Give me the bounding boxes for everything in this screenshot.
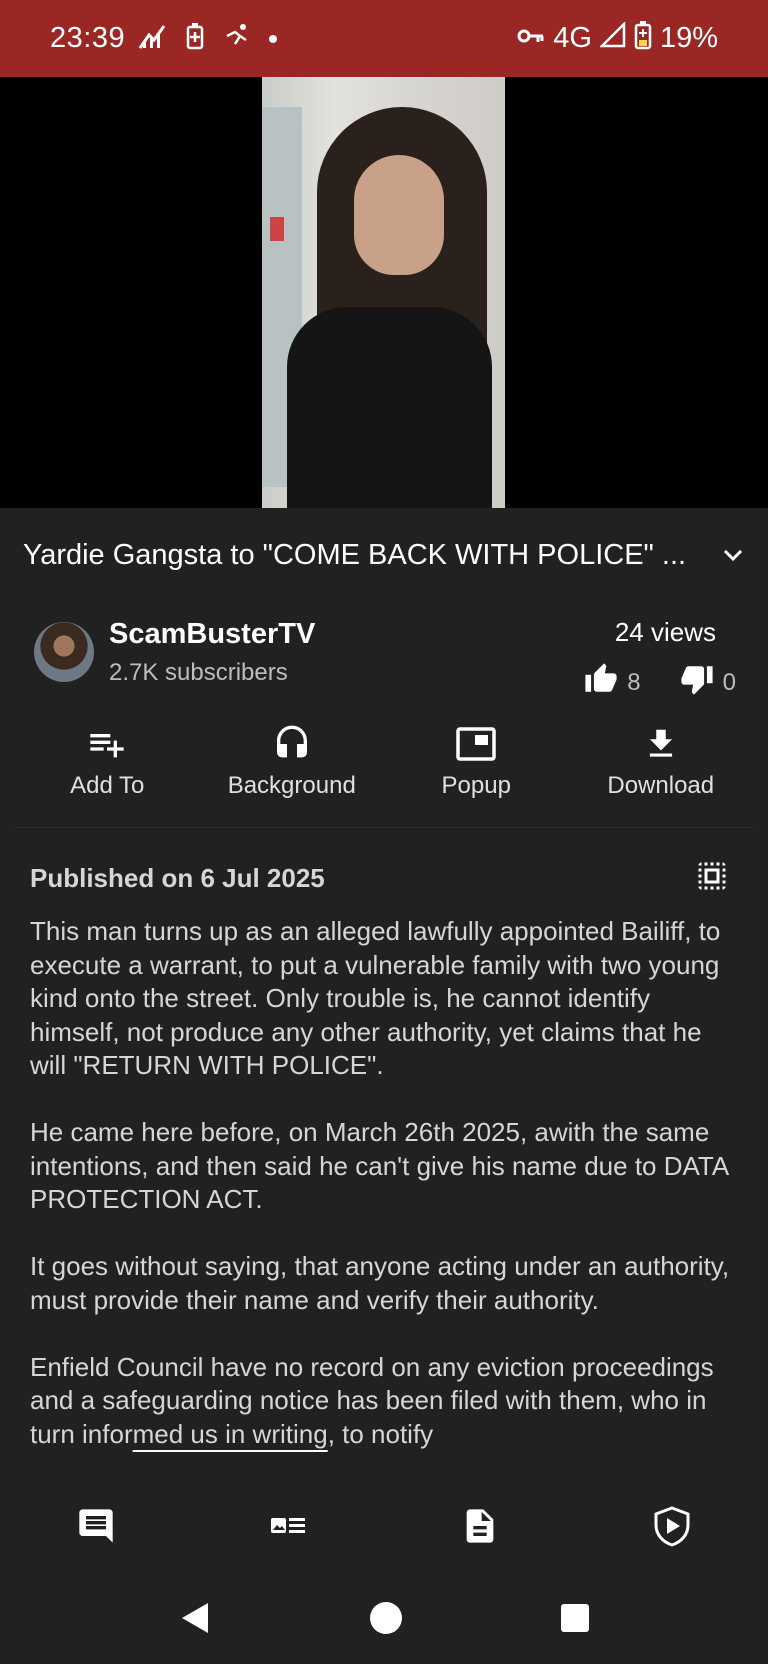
tab-description[interactable] [384,1480,576,1576]
subscriber-count: 2.7K subscribers [109,659,288,686]
bottom-tab-bar [0,1480,768,1576]
home-icon[interactable] [368,1600,404,1641]
download-label: Download [607,772,715,799]
signal-chart-icon [137,21,167,56]
video-player[interactable] [0,77,768,508]
headphones-icon [272,718,312,770]
description-paragraph: Enfield Council have no record on any ev… [30,1351,742,1452]
description-text: , to notify [327,1418,434,1449]
shield-play-icon [651,1505,693,1552]
accessibility-icon [223,22,251,55]
related-items-icon [268,1506,308,1551]
description-paragraph: This man turns up as an alleged lawfully… [30,916,721,1080]
video-frame [262,77,505,508]
thumbs-up-icon [583,662,619,703]
download-icon [642,718,680,770]
add-to-button[interactable]: Add To [15,718,200,827]
tab-comments[interactable] [0,1480,192,1576]
description-paragraph: It goes without saying, that anyone acti… [30,1251,730,1315]
playlist-add-icon [87,718,127,770]
background-label: Background [227,772,356,799]
comment-icon [76,1506,116,1551]
action-bar: Add To Background Popup Download [15,718,753,828]
status-bar: 23:39 4G 19% [0,0,768,77]
select-all-icon[interactable] [694,858,730,899]
document-icon [460,1506,500,1551]
avatar[interactable] [34,622,94,682]
like-dislike-row: 8 0 [583,662,736,703]
battery-percent: 19% [659,22,718,54]
download-button[interactable]: Download [569,718,754,827]
recents-icon[interactable] [560,1603,590,1638]
background-button[interactable]: Background [200,718,385,827]
dislike-count: 0 [722,668,736,696]
video-title: Yardie Gangsta to "COME BACK WITH POLICE… [23,538,687,571]
network-type: 4G [553,22,592,54]
description-link[interactable]: med us in writing [133,1419,328,1449]
cell-signal-icon [598,20,626,56]
video-title-row[interactable]: Yardie Gangsta to "COME BACK WITH POLICE… [0,508,768,602]
chevron-down-icon[interactable] [705,543,745,567]
thumbs-down-icon [679,662,715,703]
popup-button[interactable]: Popup [384,718,569,827]
battery-saver-icon [185,21,205,56]
view-count: 24 views [614,617,716,647]
notification-dot-icon [269,34,278,43]
status-time: 23:39 [50,22,126,54]
tab-related[interactable] [192,1480,384,1576]
back-icon[interactable] [178,1600,212,1641]
popup-label: Popup [441,772,511,799]
tab-sponsorblock[interactable] [576,1480,768,1576]
video-description: This man turns up as an alleged lawfully… [30,915,742,1480]
system-navigation-bar [0,1576,768,1664]
published-date: Published on 6 Jul 2025 [30,862,325,893]
vpn-key-icon [517,22,545,55]
channel-name[interactable]: ScamBusterTV [109,618,315,651]
battery-icon [634,20,652,58]
channel-row: ScamBusterTV 2.7K subscribers 24 views 8… [0,602,768,702]
popup-window-icon [455,718,497,770]
like-count: 8 [627,668,641,696]
published-row: Published on 6 Jul 2025 [30,860,730,896]
add-to-label: Add To [70,772,145,799]
description-paragraph: He came here before, on March 26th 2025,… [30,1117,728,1214]
